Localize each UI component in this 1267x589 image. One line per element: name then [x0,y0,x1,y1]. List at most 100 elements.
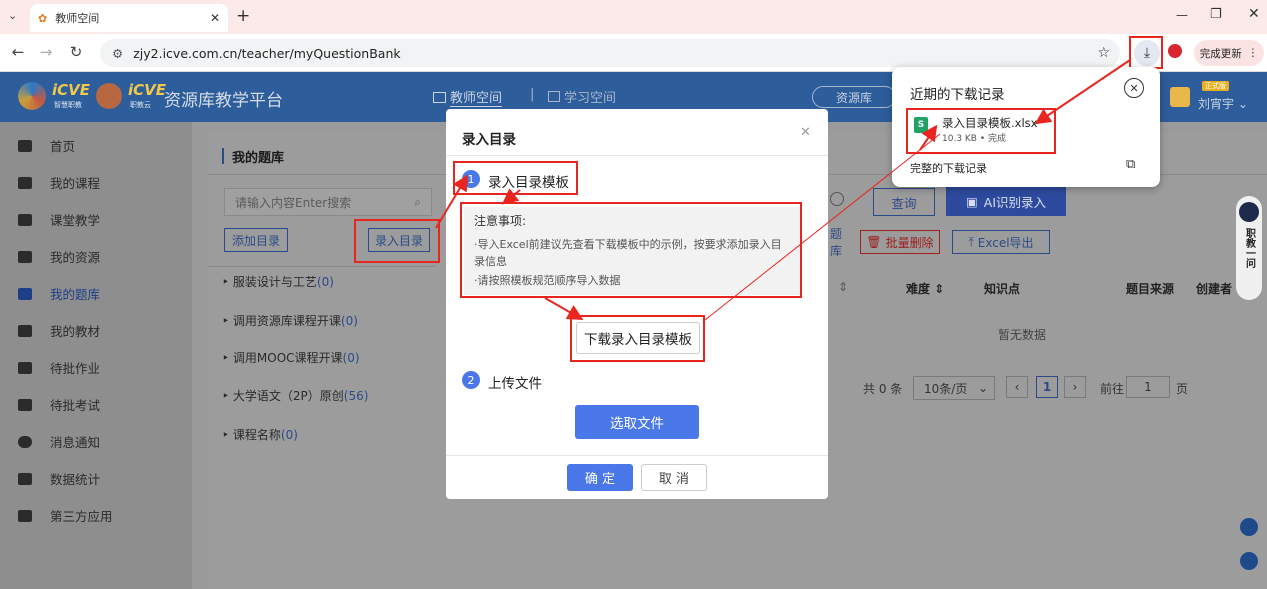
restore-icon[interactable]: ❐ [1210,7,1222,22]
tree-item[interactable]: ‣ 调用MOOC课程开课(0) [222,349,360,366]
sidebar-item-textbooks[interactable]: 我的教材 [0,312,192,349]
homework-icon [18,361,32,374]
annotation-box-import-catalog [354,219,440,263]
full-history-link[interactable]: 完整的下载记录 [910,160,987,176]
statistics-icon [18,472,32,485]
close-popup-icon[interactable]: ✕ [1124,78,1144,98]
exam-icon [18,398,32,411]
assistant-label: 职教一问 [1243,228,1255,268]
empty-state: 暂无数据 [998,328,1047,342]
zjy-logo-icon [96,83,122,109]
title-bar-accent [222,148,224,164]
icve-logo-icon [18,82,46,110]
nav-teacher-space[interactable]: 教师空间 [433,87,503,107]
choose-file-button[interactable]: 选取文件 [575,405,699,439]
sidebar-item-messages[interactable]: 消息通知 [0,423,192,460]
step2-label: 上传文件 [488,376,542,392]
apps-grid-icon [18,509,32,522]
sidebar-item-statistics[interactable]: 数据统计 [0,460,192,497]
back-icon[interactable]: ← [8,43,28,61]
tab-title: 教师空间 [55,12,100,25]
column-header-source: 题目来源 [1126,282,1175,296]
search-input[interactable]: 请输入内容Enter搜索 ⌕ [224,188,432,216]
column-header-knowledge: 知识点 [984,282,1021,296]
annotation-box-download [1129,36,1163,69]
site-info-icon[interactable]: ⚙ [112,46,123,61]
confirm-button[interactable]: 确 定 [567,464,633,491]
tree-item[interactable]: ‣ 大学语文（2P）原创(56) [222,387,368,404]
question-bank-button[interactable]: 题库 [830,227,850,258]
minimize-icon[interactable]: — [1176,8,1188,22]
tree-item[interactable]: ‣ 课程名称(0) [222,426,298,443]
nav-learn-space[interactable]: 学习空间 [548,87,616,106]
resource-library-button[interactable]: 资源库 [812,86,896,108]
support-icon[interactable] [1240,518,1258,536]
close-window-icon[interactable]: ✕ [1248,6,1260,22]
tree-item[interactable]: ‣ 调用资源库课程开课(0) [222,312,358,329]
ai-import-button[interactable]: ▣ AI识别录入 [946,186,1066,216]
sidebar-item-homework[interactable]: 待批作业 [0,349,192,386]
browser-tab[interactable]: ✿ 教师空间 ✕ [30,4,228,32]
column-header-difficulty[interactable]: 难度 ⇕ [906,280,944,297]
batch-delete-button[interactable]: 🗑 批量删除 [860,230,940,254]
add-catalog-button[interactable]: 添加目录 [224,228,288,252]
search-icon: ⌕ [414,194,421,209]
update-button[interactable]: 完成更新 ⋮ [1194,40,1264,66]
step2-number: 2 [462,371,480,389]
dialog-close-icon[interactable]: ✕ [800,125,811,140]
url-text: zjy2.icve.com.cn/teacher/myQuestionBank [133,45,401,61]
forward-icon[interactable]: → [36,43,56,61]
download-app-icon[interactable] [1240,552,1258,570]
annotation-box-notice [460,202,802,298]
question-bank-icon [18,287,32,300]
user-name[interactable]: 刘宵宇 ⌄ [1198,95,1248,112]
reload-icon[interactable]: ↻ [66,43,86,61]
tree-item[interactable]: ‣ 服装设计与工艺(0) [222,273,334,290]
home-icon [18,139,32,152]
sidebar-item-courses[interactable]: 我的课程 [0,164,192,201]
brand2-sub: 职教云 [130,101,151,109]
dialog-title: 录入目录 [462,132,516,148]
teacher-space-icon [433,91,446,103]
import-catalog-dialog: 录入目录 ✕ 1 录入目录模板 注意事项: ·导入Excel前建议先查看下载模板… [446,109,828,499]
ai-icon: ▣ [965,193,978,209]
cancel-button[interactable]: 取 消 [641,464,707,491]
bookmark-star-icon[interactable]: ☆ [1097,45,1110,61]
version-badge: 正式版 [1202,81,1229,91]
library-icon [18,250,32,263]
page-number[interactable]: 1 [1036,376,1058,398]
brand2: iCVE [128,81,167,99]
annotation-box-download-file [906,108,1056,154]
open-external-icon[interactable]: ⧉ [1126,157,1135,172]
url-bar[interactable]: ⚙ zjy2.icve.com.cn/teacher/myQuestionBan… [100,39,1120,67]
sidebar-item-third-party[interactable]: 第三方应用 [0,497,192,534]
annotation-box-download-template [570,315,705,362]
platform-name: 资源库教学平台 [164,91,283,111]
assistant-widget[interactable]: 职教一问 [1236,196,1262,300]
divider [446,155,828,156]
excel-export-button[interactable]: ⤒ Excel导出 [952,230,1050,254]
sidebar-item-home[interactable]: 首页 [0,127,192,164]
close-tab-icon[interactable]: ✕ [210,11,220,25]
page-size-select[interactable]: 10条/页 ⌄ [913,376,995,400]
prev-page-button[interactable]: ‹ [1006,376,1028,398]
page-unit: 页 [1176,382,1189,396]
downloads-popup: 近期的下载记录 ✕ S 录入目录模板.xlsx 10.3 KB • 完成 完整的… [892,67,1160,187]
brand1-sub: 智慧职教 [54,101,82,109]
new-tab-icon[interactable]: + [236,6,250,26]
tab-list-chevron-icon[interactable]: ⌄ [8,9,17,22]
search-icon [830,192,844,206]
sidebar-item-question-bank[interactable]: 我的题库 [0,275,192,312]
brand1: iCVE [52,81,91,99]
sidebar-item-exams[interactable]: 待批考试 [0,386,192,423]
sidebar-item-resources[interactable]: 我的资源 [0,238,192,275]
query-button[interactable]: 查询 [873,188,935,216]
profile-icon[interactable] [1168,44,1182,58]
sidebar-item-classroom[interactable]: 课堂教学 [0,201,192,238]
page-title: 我的题库 [232,151,285,166]
user-avatar[interactable] [1170,87,1190,107]
goto-label: 前往 [1100,382,1125,396]
next-page-button[interactable]: › [1064,376,1086,398]
goto-page-input[interactable]: 1 [1126,376,1170,398]
sort-icon[interactable]: ⇕ [838,280,848,294]
